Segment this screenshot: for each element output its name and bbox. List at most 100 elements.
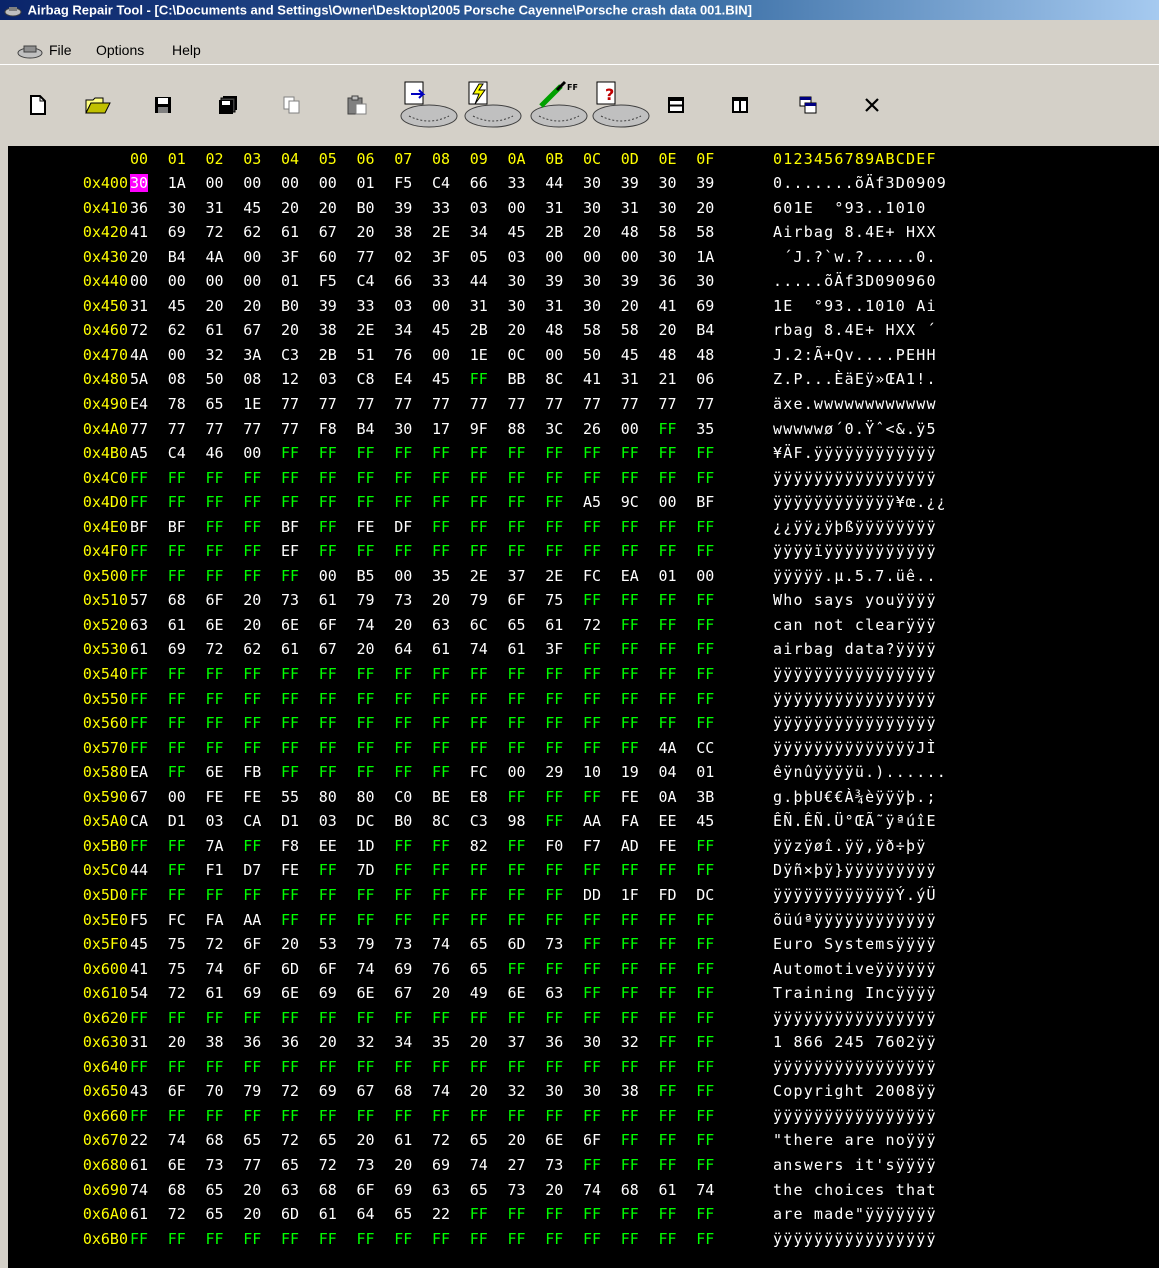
hex-byte[interactable]: 6F <box>583 1131 601 1149</box>
hex-byte[interactable]: FF <box>583 665 601 683</box>
hex-byte[interactable]: FF <box>130 542 148 560</box>
hex-byte[interactable]: 00 <box>168 788 186 806</box>
ascii-text[interactable]: Dÿñ×þÿ}ÿÿÿÿÿÿÿÿÿ <box>773 861 937 879</box>
hex-byte[interactable]: 7A <box>206 837 224 855</box>
hex-byte[interactable]: FF <box>394 1230 412 1248</box>
hex-byte[interactable]: FF <box>319 861 337 879</box>
hex-byte[interactable]: FF <box>281 1230 299 1248</box>
hex-byte[interactable]: 39 <box>696 174 714 192</box>
hex-byte[interactable]: 72 <box>206 935 224 953</box>
hex-byte[interactable]: FF <box>659 420 677 438</box>
hex-byte[interactable]: 00 <box>508 763 526 781</box>
hex-byte[interactable]: C4 <box>357 272 375 290</box>
hex-byte[interactable]: 30 <box>130 174 149 192</box>
save-all-button[interactable] <box>212 79 244 131</box>
hex-byte[interactable]: 61 <box>130 1156 148 1174</box>
hex-byte[interactable]: FF <box>621 444 639 462</box>
ascii-text[interactable]: 601E °93..1010 <box>773 199 937 217</box>
ascii-text[interactable]: "there are noÿÿÿ <box>773 1131 937 1149</box>
hex-byte[interactable]: FF <box>470 1058 488 1076</box>
ascii-text[interactable]: ÿÿÿÿÿ.µ.5.7.üê.. <box>773 567 937 585</box>
hex-byte[interactable]: FF <box>583 518 601 536</box>
hex-byte[interactable]: 32 <box>206 346 224 364</box>
hex-byte[interactable]: 45 <box>621 346 639 364</box>
hex-byte[interactable]: FF <box>281 739 299 757</box>
hex-byte[interactable]: FF <box>357 1107 375 1125</box>
hex-byte[interactable]: FF <box>168 739 186 757</box>
hex-byte[interactable]: FF <box>545 542 563 560</box>
hex-byte[interactable]: FB <box>243 763 261 781</box>
hex-byte[interactable]: 30 <box>659 174 677 192</box>
hex-byte[interactable]: 76 <box>432 960 450 978</box>
hex-byte[interactable]: FF <box>621 714 639 732</box>
hex-byte[interactable]: 7D <box>357 861 375 879</box>
hex-byte[interactable]: FF <box>508 837 526 855</box>
hex-byte[interactable]: 77 <box>621 395 639 413</box>
hex-byte[interactable]: FF <box>583 1156 601 1174</box>
hex-byte[interactable]: 32 <box>508 1082 526 1100</box>
identify-chip-button[interactable]: ? <box>590 79 652 131</box>
hex-byte[interactable]: FF <box>545 444 563 462</box>
hex-byte[interactable]: 72 <box>319 1156 337 1174</box>
hex-byte[interactable]: FF <box>696 1230 714 1248</box>
ascii-text[interactable]: ÊÑ.ÊÑ.Ü°ŒÃ˜ÿªúîE <box>773 812 937 830</box>
hex-byte[interactable]: 77 <box>508 395 526 413</box>
hex-byte[interactable]: 00 <box>659 493 677 511</box>
hex-byte[interactable]: 61 <box>130 1205 148 1223</box>
hex-byte[interactable]: 35 <box>696 420 714 438</box>
hex-byte[interactable]: 48 <box>659 346 677 364</box>
hex-byte[interactable]: FF <box>432 861 450 879</box>
hex-byte[interactable]: 6E <box>508 984 526 1002</box>
hex-byte[interactable]: FF <box>394 665 412 683</box>
hex-byte[interactable]: FF <box>659 469 677 487</box>
hex-byte[interactable]: 65 <box>206 1181 224 1199</box>
hex-byte[interactable]: FF <box>243 542 261 560</box>
hex-byte[interactable]: FF <box>696 935 714 953</box>
hex-byte[interactable]: FF <box>545 739 563 757</box>
hex-byte[interactable]: 30 <box>583 1082 601 1100</box>
hex-byte[interactable]: 61 <box>508 640 526 658</box>
hex-byte[interactable]: 58 <box>659 223 677 241</box>
hex-byte[interactable]: 20 <box>281 935 299 953</box>
hex-byte[interactable]: BF <box>168 518 186 536</box>
hex-byte[interactable]: 65 <box>470 1181 488 1199</box>
hex-byte[interactable]: 78 <box>168 395 186 413</box>
hex-byte[interactable]: FA <box>621 812 639 830</box>
hex-byte[interactable]: FF <box>168 763 186 781</box>
hex-byte[interactable]: 61 <box>206 321 224 339</box>
ascii-text[interactable]: the choices that <box>773 1181 937 1199</box>
hex-byte[interactable]: FF <box>130 739 148 757</box>
hex-byte[interactable]: FF <box>508 1009 526 1027</box>
hex-byte[interactable]: 30 <box>696 272 714 290</box>
hex-byte[interactable]: FF <box>696 984 714 1002</box>
hex-byte[interactable]: 68 <box>621 1181 639 1199</box>
hex-byte[interactable]: 6F <box>508 591 526 609</box>
hex-byte[interactable]: FF <box>281 493 299 511</box>
hex-byte[interactable]: 31 <box>130 1033 148 1051</box>
hex-byte[interactable]: 30 <box>659 199 677 217</box>
hex-byte[interactable]: FF <box>394 1058 412 1076</box>
hex-byte[interactable]: FF <box>319 714 337 732</box>
hex-byte[interactable]: 30 <box>545 1082 563 1100</box>
hex-byte[interactable]: FF <box>243 469 261 487</box>
hex-byte[interactable]: 01 <box>659 567 677 585</box>
hex-byte[interactable]: 00 <box>545 248 563 266</box>
hex-byte[interactable]: FF <box>130 469 148 487</box>
hex-byte[interactable]: FF <box>357 1009 375 1027</box>
hex-byte[interactable]: FF <box>621 739 639 757</box>
menu-help[interactable]: Help <box>170 38 203 62</box>
hex-byte[interactable]: FF <box>659 861 677 879</box>
hex-byte[interactable]: 00 <box>583 248 601 266</box>
hex-byte[interactable]: FF <box>319 518 337 536</box>
hex-byte[interactable]: FF <box>696 518 714 536</box>
hex-byte[interactable]: 80 <box>319 788 337 806</box>
hex-byte[interactable]: FF <box>432 1009 450 1027</box>
hex-byte[interactable]: FF <box>394 444 412 462</box>
hex-byte[interactable]: DC <box>357 812 375 830</box>
hex-byte[interactable]: 30 <box>583 272 601 290</box>
hex-byte[interactable]: FF <box>319 886 337 904</box>
hex-byte[interactable]: 38 <box>319 321 337 339</box>
hex-byte[interactable]: FF <box>470 911 488 929</box>
hex-byte[interactable]: FF <box>206 1058 224 1076</box>
hex-byte[interactable]: F5 <box>319 272 337 290</box>
